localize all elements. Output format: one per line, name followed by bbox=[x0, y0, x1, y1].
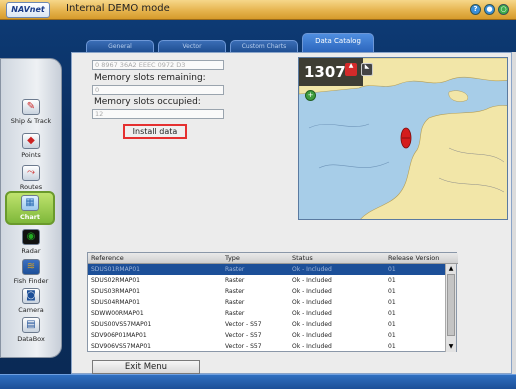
column-header-reference: Reference bbox=[91, 254, 124, 262]
cell-version: 01 bbox=[388, 332, 396, 339]
cell-type: Raster bbox=[225, 277, 245, 284]
cell-type: Raster bbox=[225, 299, 245, 306]
cell-version: 01 bbox=[388, 299, 396, 306]
cell-reference: SDV906VS57MAP01 bbox=[91, 343, 151, 350]
sidebar-item-camera[interactable]: ◙ Camera bbox=[1, 288, 61, 314]
radar-icon: ◉ bbox=[22, 229, 40, 245]
sidebar-item-radar[interactable]: ◉ Radar bbox=[1, 229, 61, 255]
sidebar-item-ship-track[interactable]: ✎ Ship & Track bbox=[1, 99, 61, 125]
system-id-field: 0 8967 36A2 EEEC 0972 D3 bbox=[92, 60, 224, 70]
sidebar-item-routes[interactable]: ⤳ Routes bbox=[1, 165, 61, 191]
slots-remaining-field: 0 bbox=[92, 85, 224, 95]
panel-edge bbox=[512, 52, 516, 374]
cell-type: Vector - S57 bbox=[225, 343, 262, 350]
cell-reference: SDWW00RMAP01 bbox=[91, 310, 144, 317]
navnet-logo: NAVnet bbox=[6, 2, 50, 18]
title-bar: NAVnet Internal DEMO mode ? ● ○ bbox=[0, 0, 516, 20]
scroll-down-icon[interactable]: ▼ bbox=[446, 342, 456, 351]
slots-occupied-field: 12 bbox=[92, 109, 224, 119]
sidebar-item-label: Points bbox=[21, 151, 41, 159]
routes-icon: ⤳ bbox=[22, 165, 40, 181]
camera-icon: ◙ bbox=[22, 288, 40, 304]
table-scrollbar[interactable]: ▲ ▼ bbox=[445, 264, 456, 352]
cell-status: Ok - Included bbox=[292, 343, 332, 350]
cell-type: Raster bbox=[225, 288, 245, 295]
sidebar-item-label: Ship & Track bbox=[10, 117, 52, 125]
sidebar-item-chart[interactable]: ▦ Chart bbox=[5, 191, 55, 225]
tab-vector[interactable]: Vector bbox=[158, 40, 226, 52]
cell-reference: SDUS00VS57MAP01 bbox=[91, 321, 152, 328]
fish-finder-icon: ≋ bbox=[22, 259, 40, 275]
cell-status: Ok - Included bbox=[292, 266, 332, 273]
databox-icon: ▤ bbox=[22, 317, 40, 333]
cell-status: Ok - Included bbox=[292, 299, 332, 306]
table-row[interactable]: SDUS03RMAP01 Raster Ok - Included 01 bbox=[88, 286, 446, 297]
cell-version: 01 bbox=[388, 288, 396, 295]
slots-remaining-label: Memory slots remaining: bbox=[94, 73, 206, 83]
slots-occupied-label: Memory slots occupied: bbox=[94, 97, 201, 107]
cell-version: 01 bbox=[388, 266, 396, 273]
table-row[interactable]: SDUS01RMAP01 Raster Ok - Included 01 bbox=[88, 264, 446, 275]
cell-reference: SDUS01RMAP01 bbox=[91, 266, 140, 273]
sidebar-item-points[interactable]: ◆ Points bbox=[1, 133, 61, 159]
chart-icon: ▦ bbox=[21, 195, 39, 211]
table-row[interactable]: SDV906P01MAP01 Vector - S57 Ok - Include… bbox=[88, 330, 446, 341]
tab-general[interactable]: General bbox=[86, 40, 154, 52]
tab-data-catalog[interactable]: Data Catalog bbox=[302, 33, 374, 52]
scroll-up-icon[interactable]: ▲ bbox=[446, 264, 456, 273]
cell-status: Ok - Included bbox=[292, 332, 332, 339]
ship-track-icon: ✎ bbox=[22, 99, 40, 115]
alert-icon[interactable]: ▲ bbox=[345, 63, 357, 76]
power-icon[interactable]: ○ bbox=[498, 4, 509, 15]
table-row[interactable]: SDUS00VS57MAP01 Vector - S57 Ok - Includ… bbox=[88, 319, 446, 330]
cell-version: 01 bbox=[388, 310, 396, 317]
points-icon: ◆ bbox=[22, 133, 40, 149]
cell-reference: SDUS02RMAP01 bbox=[91, 277, 140, 284]
cell-status: Ok - Included bbox=[292, 277, 332, 284]
table-row[interactable]: SDWW00RMAP01 Raster Ok - Included 01 bbox=[88, 308, 446, 319]
layer-icon[interactable]: ◣ bbox=[361, 63, 373, 76]
help-icon[interactable]: ? bbox=[470, 4, 481, 15]
table-row[interactable]: SDV906VS57MAP01 Vector - S57 Ok - Includ… bbox=[88, 341, 446, 351]
column-header-type: Type bbox=[225, 254, 240, 262]
sidebar-item-label: Routes bbox=[19, 183, 43, 191]
exit-menu-button[interactable]: Exit Menu bbox=[92, 360, 200, 374]
sidebar-item-label: Camera bbox=[18, 306, 44, 314]
table-header: Reference Type Status Release Version bbox=[88, 253, 458, 264]
column-header-release-version: Release Version bbox=[388, 254, 440, 262]
cell-reference: SDV906P01MAP01 bbox=[91, 332, 147, 339]
install-data-button[interactable]: Install data bbox=[123, 124, 187, 139]
sidebar-item-fish-finder[interactable]: ≋ Fish Finder bbox=[1, 259, 61, 285]
sidebar-item-label: Chart bbox=[19, 213, 41, 221]
cell-version: 01 bbox=[388, 343, 396, 350]
cell-status: Ok - Included bbox=[292, 321, 332, 328]
sidebar-item-databox[interactable]: ▤ DataBox bbox=[1, 317, 61, 343]
data-catalog-table: Reference Type Status Release Version SD… bbox=[87, 252, 458, 352]
table-row[interactable]: SDUS04RMAP01 Raster Ok - Included 01 bbox=[88, 297, 446, 308]
zoom-in-button[interactable]: + bbox=[305, 90, 316, 101]
cell-reference: SDUS03RMAP01 bbox=[91, 288, 140, 295]
cell-version: 01 bbox=[388, 321, 396, 328]
scroll-thumb[interactable] bbox=[447, 274, 455, 336]
bottom-bar bbox=[0, 374, 516, 389]
cell-status: Ok - Included bbox=[292, 310, 332, 317]
tab-custom-charts[interactable]: Custom Charts bbox=[230, 40, 298, 52]
sidebar-item-label: Radar bbox=[21, 247, 41, 255]
settings-icon[interactable]: ● bbox=[484, 4, 495, 15]
column-header-status: Status bbox=[292, 254, 313, 262]
window-title: Internal DEMO mode bbox=[66, 3, 170, 14]
sidebar-item-label: DataBox bbox=[17, 335, 45, 343]
cell-type: Vector - S57 bbox=[225, 321, 262, 328]
cell-type: Raster bbox=[225, 266, 245, 273]
sidebar-item-label: Fish Finder bbox=[13, 277, 49, 285]
cell-type: Vector - S57 bbox=[225, 332, 262, 339]
cell-status: Ok - Included bbox=[292, 288, 332, 295]
cell-reference: SDUS04RMAP01 bbox=[91, 299, 140, 306]
sidebar: ✎ Ship & Track ◆ Points ⤳ Routes ▦ Chart… bbox=[0, 58, 62, 358]
table-row[interactable]: SDUS02RMAP01 Raster Ok - Included 01 bbox=[88, 275, 446, 286]
cell-version: 01 bbox=[388, 277, 396, 284]
chart-map[interactable]: 1307 ▲ ◣ + bbox=[298, 57, 508, 220]
cell-type: Raster bbox=[225, 310, 245, 317]
